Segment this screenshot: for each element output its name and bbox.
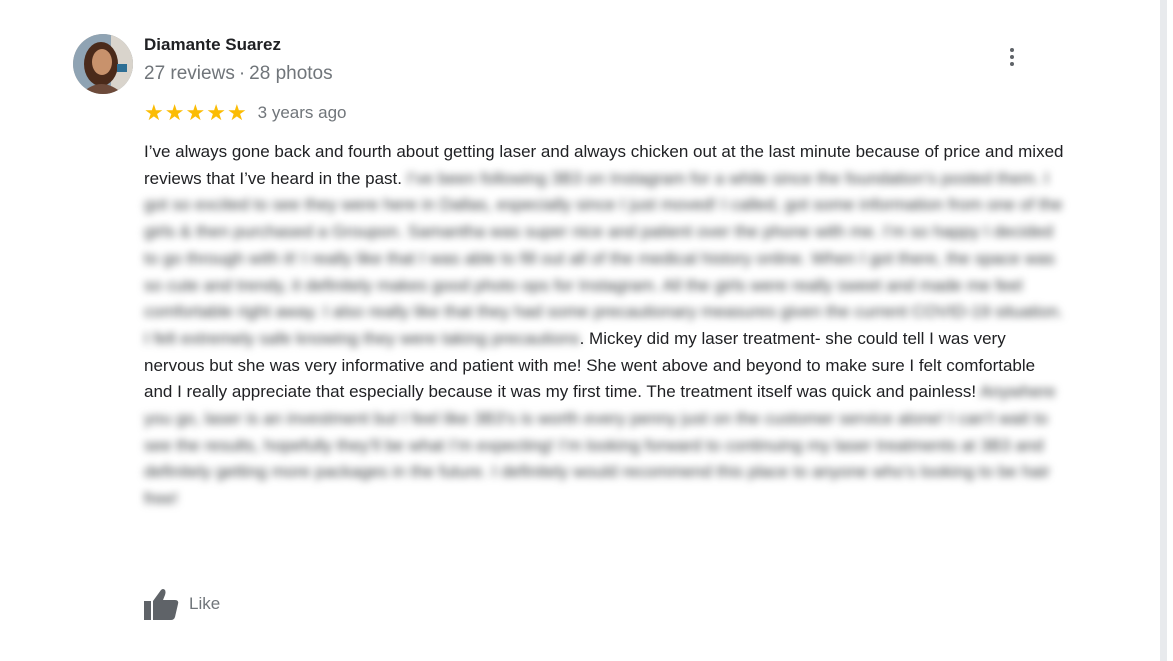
thumb-up-icon xyxy=(144,589,179,620)
more-vert-icon[interactable] xyxy=(1000,45,1024,71)
reviews-count: 27 reviews xyxy=(144,63,235,84)
like-button[interactable]: Like xyxy=(144,588,220,620)
author-name[interactable]: Diamante Suarez xyxy=(144,35,281,55)
meta-separator: · xyxy=(238,63,246,84)
scrollbar-edge: e i n n a a xyxy=(1160,0,1173,661)
photos-count: 28 photos xyxy=(249,63,333,84)
star-icon: ★ xyxy=(144,100,164,125)
review-text-blurred-1: I’ve been following 3B3 on Instagram for… xyxy=(144,168,1064,348)
star-icon: ★ xyxy=(164,100,185,125)
avatar[interactable] xyxy=(73,34,133,94)
rating-row: ★ ★ ★ ★ ★ 3 years ago xyxy=(144,101,347,125)
star-icon: ★ xyxy=(206,100,226,125)
review-card: Diamante Suarez 27 reviews · 28 photos ★ ★ ★… xyxy=(0,0,1160,661)
author-stats: 27 reviews · 28 photos xyxy=(144,63,333,85)
review-text: I’ve always gone back and fourth about g… xyxy=(144,139,1064,513)
star-icon: ★ xyxy=(226,100,247,125)
like-label: Like xyxy=(189,594,221,613)
star-icon: ★ xyxy=(185,100,206,125)
star-rating: ★ ★ ★ ★ ★ xyxy=(144,102,248,124)
review-time: 3 years ago xyxy=(257,103,347,122)
